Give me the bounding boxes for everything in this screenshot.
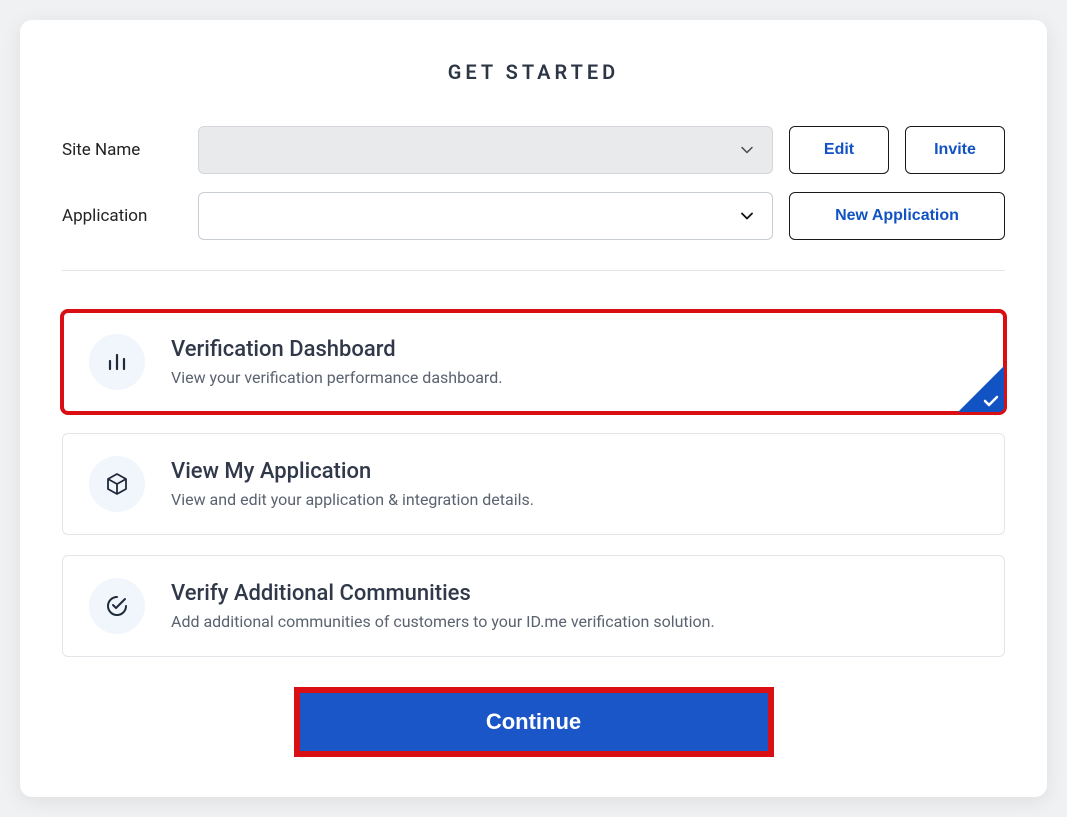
option-title: Verification Dashboard (171, 337, 978, 362)
option-verification-dashboard[interactable]: Verification Dashboard View your verific… (62, 311, 1005, 413)
continue-highlight: Continue (300, 693, 768, 751)
option-title: Verify Additional Communities (171, 581, 978, 606)
option-view-my-application[interactable]: View My Application View and edit your a… (62, 433, 1005, 535)
check-circle-icon (89, 578, 145, 634)
option-desc: Add additional communities of customers … (171, 612, 978, 631)
invite-button[interactable]: Invite (905, 126, 1005, 174)
edit-button[interactable]: Edit (789, 126, 889, 174)
option-title: View My Application (171, 459, 978, 484)
selected-check-icon (958, 366, 1004, 412)
page-title: GET STARTED (62, 60, 1005, 84)
new-application-button[interactable]: New Application (789, 192, 1005, 240)
continue-wrap: Continue (62, 693, 1005, 751)
option-texts: Verify Additional Communities Add additi… (171, 581, 978, 631)
get-started-card: GET STARTED Site Name Edit Invite Applic… (20, 20, 1047, 797)
chevron-down-icon (740, 143, 754, 157)
application-label: Application (62, 206, 182, 226)
site-name-label: Site Name (62, 140, 182, 160)
bar-chart-icon (89, 334, 145, 390)
option-texts: View My Application View and edit your a… (171, 459, 978, 509)
continue-button[interactable]: Continue (300, 693, 768, 751)
divider (62, 270, 1005, 271)
application-row: Application New Application (62, 192, 1005, 240)
site-name-select[interactable] (198, 126, 773, 174)
option-desc: View and edit your application & integra… (171, 490, 978, 509)
chevron-down-icon (740, 209, 754, 223)
cube-icon (89, 456, 145, 512)
site-name-row: Site Name Edit Invite (62, 126, 1005, 174)
option-texts: Verification Dashboard View your verific… (171, 337, 978, 387)
option-desc: View your verification performance dashb… (171, 368, 978, 387)
option-verify-additional-communities[interactable]: Verify Additional Communities Add additi… (62, 555, 1005, 657)
application-select[interactable] (198, 192, 773, 240)
